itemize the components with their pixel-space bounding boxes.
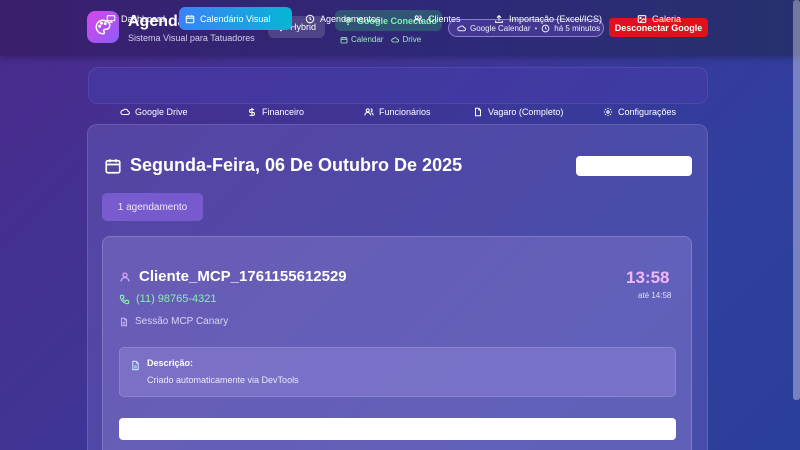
day-title-text: Segunda-Feira, 06 De Outubro De 2025 <box>130 155 463 175</box>
tab-label: Dashboard <box>121 13 166 24</box>
upload-icon <box>494 14 504 24</box>
main-nav <box>88 67 708 104</box>
phone-icon <box>119 294 130 305</box>
image-icon <box>637 14 647 24</box>
tab-label: Configurações <box>618 107 677 117</box>
calendar-icon <box>185 14 195 24</box>
end-time: até 14:58 <box>638 291 672 300</box>
file-icon <box>119 317 129 327</box>
calendar-icon <box>340 36 348 44</box>
tab-label: Google Drive <box>135 107 188 117</box>
tab-financeiro[interactable]: Financeiro <box>247 106 304 118</box>
users-icon <box>364 107 374 117</box>
tab-clientes[interactable]: Clientes <box>407 7 467 30</box>
phone-text: (11) 98765-4321 <box>136 293 217 305</box>
tab-label: Funcionários <box>379 107 431 117</box>
tab-dashboard[interactable]: Dashboard <box>100 7 171 30</box>
cloud-icon <box>391 36 400 44</box>
tab-calendario-visual[interactable]: Calendário Visual <box>179 7 292 30</box>
header-action-box[interactable] <box>576 156 692 176</box>
tab-label: Importação (Excel/ICS) <box>509 13 603 24</box>
description-box <box>119 347 676 397</box>
client-name: Cliente_MCP_1761155612529 <box>119 268 347 285</box>
gear-icon <box>603 107 613 117</box>
calendar-icon <box>104 157 122 175</box>
client-phone[interactable]: (11) 98765-4321 <box>119 293 217 305</box>
google-services: Calendar Drive <box>340 35 421 44</box>
dollar-icon <box>247 107 257 117</box>
file-icon <box>473 107 483 117</box>
appointment-action-box[interactable] <box>119 418 676 440</box>
tab-google-drive[interactable]: Google Drive <box>120 106 188 118</box>
tab-funcionarios[interactable]: Funcionários <box>364 106 431 118</box>
scrollbar[interactable] <box>793 0 800 400</box>
tab-label: Calendário Visual <box>200 13 271 24</box>
tab-label: Vagaro (Completo) <box>488 107 564 117</box>
tab-agendamentos[interactable]: Agendamentos <box>299 7 387 30</box>
user-icon <box>119 271 131 283</box>
tab-configuracoes[interactable]: Configurações <box>603 106 676 118</box>
description-label: Descrição: <box>147 358 194 368</box>
tab-label: Clientes <box>428 13 461 24</box>
service-drive: Drive <box>402 35 422 44</box>
tab-label: Galeria <box>652 13 682 24</box>
tab-label: Agendamentos <box>320 13 381 24</box>
tab-label: Financeiro <box>262 107 305 117</box>
description-text: Criado automaticamente via DevTools <box>147 375 299 385</box>
service-calendar: Calendar <box>351 35 384 44</box>
users-icon <box>413 14 423 24</box>
tab-galeria[interactable]: Galeria <box>631 7 687 30</box>
start-time: 13:58 <box>626 268 670 287</box>
day-title: Segunda-Feira, 06 De Outubro De 2025 <box>104 155 462 176</box>
session-text: Sessão MCP Canary <box>135 316 229 327</box>
client-name-text: Cliente_MCP_1761155612529 <box>139 268 347 285</box>
session-name: Sessão MCP Canary <box>119 316 228 327</box>
appointment-count: 1 agendamento <box>102 193 203 221</box>
app-subtitle: Sistema Visual para Tatuadores <box>128 33 255 43</box>
file-icon <box>130 360 141 371</box>
tab-importacao[interactable]: Importação (Excel/ICS) <box>488 7 608 30</box>
clock-icon <box>305 14 315 24</box>
cloud-icon <box>120 107 130 117</box>
monitor-icon <box>106 14 116 24</box>
tab-vagaro[interactable]: Vagaro (Completo) <box>473 106 563 118</box>
